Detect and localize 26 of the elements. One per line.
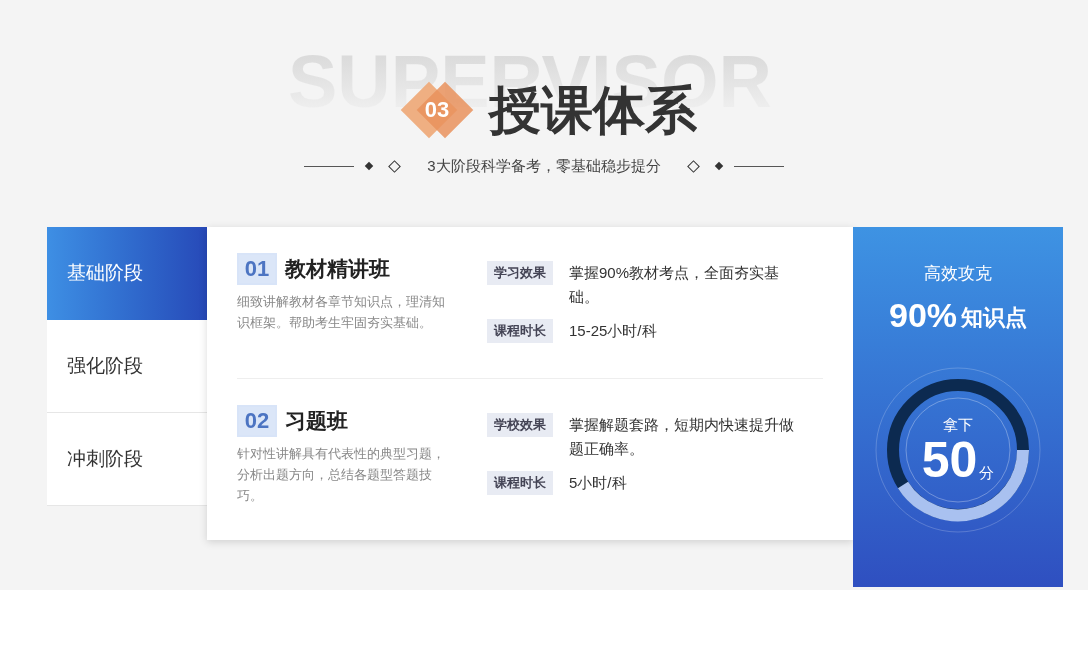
detail-text: 掌握90%教材考点，全面夯实基础。 [569, 263, 781, 307]
promo-percent: 90% [888, 294, 958, 335]
subtitle: 3大阶段科学备考，零基础稳步提分 [427, 156, 661, 176]
divider-line [304, 165, 355, 167]
promo-label: 知识点 [961, 303, 1028, 332]
course-name: 教材精讲班 [285, 256, 390, 283]
course-number: 01 [237, 253, 277, 285]
detail-text: 掌握解题套路，短期内快速提升做题正确率。 [569, 415, 795, 459]
divider-line [733, 165, 784, 167]
promo-caption: 高效攻克 [924, 263, 992, 285]
course-description: 针对性讲解具有代表性的典型习题，分析出题方向，总结各题型答题技巧。 [237, 445, 446, 505]
score-value: 50 [921, 434, 978, 485]
stage-tab[interactable]: 强化阶段 [47, 320, 207, 413]
stage-tab[interactable]: 基础阶段 [47, 227, 207, 320]
stage-tab[interactable]: 冲刺阶段 [47, 413, 207, 506]
detail-tag: 学习效果 [487, 261, 553, 285]
detail-text: 5小时/科 [569, 473, 628, 493]
detail-text: 15-25小时/科 [569, 321, 658, 341]
detail-tag: 课程时长 [487, 319, 553, 343]
course-description: 细致讲解教材各章节知识点，理清知识框架。帮助考生牢固夯实基础。 [237, 293, 446, 332]
course-name: 习题班 [285, 408, 348, 435]
score-unit: 分 [979, 463, 995, 483]
detail-tag: 学校效果 [487, 413, 553, 437]
ring-label: 拿下 [943, 414, 973, 435]
course-number: 02 [237, 405, 277, 437]
detail-tag: 课程时长 [487, 471, 553, 495]
